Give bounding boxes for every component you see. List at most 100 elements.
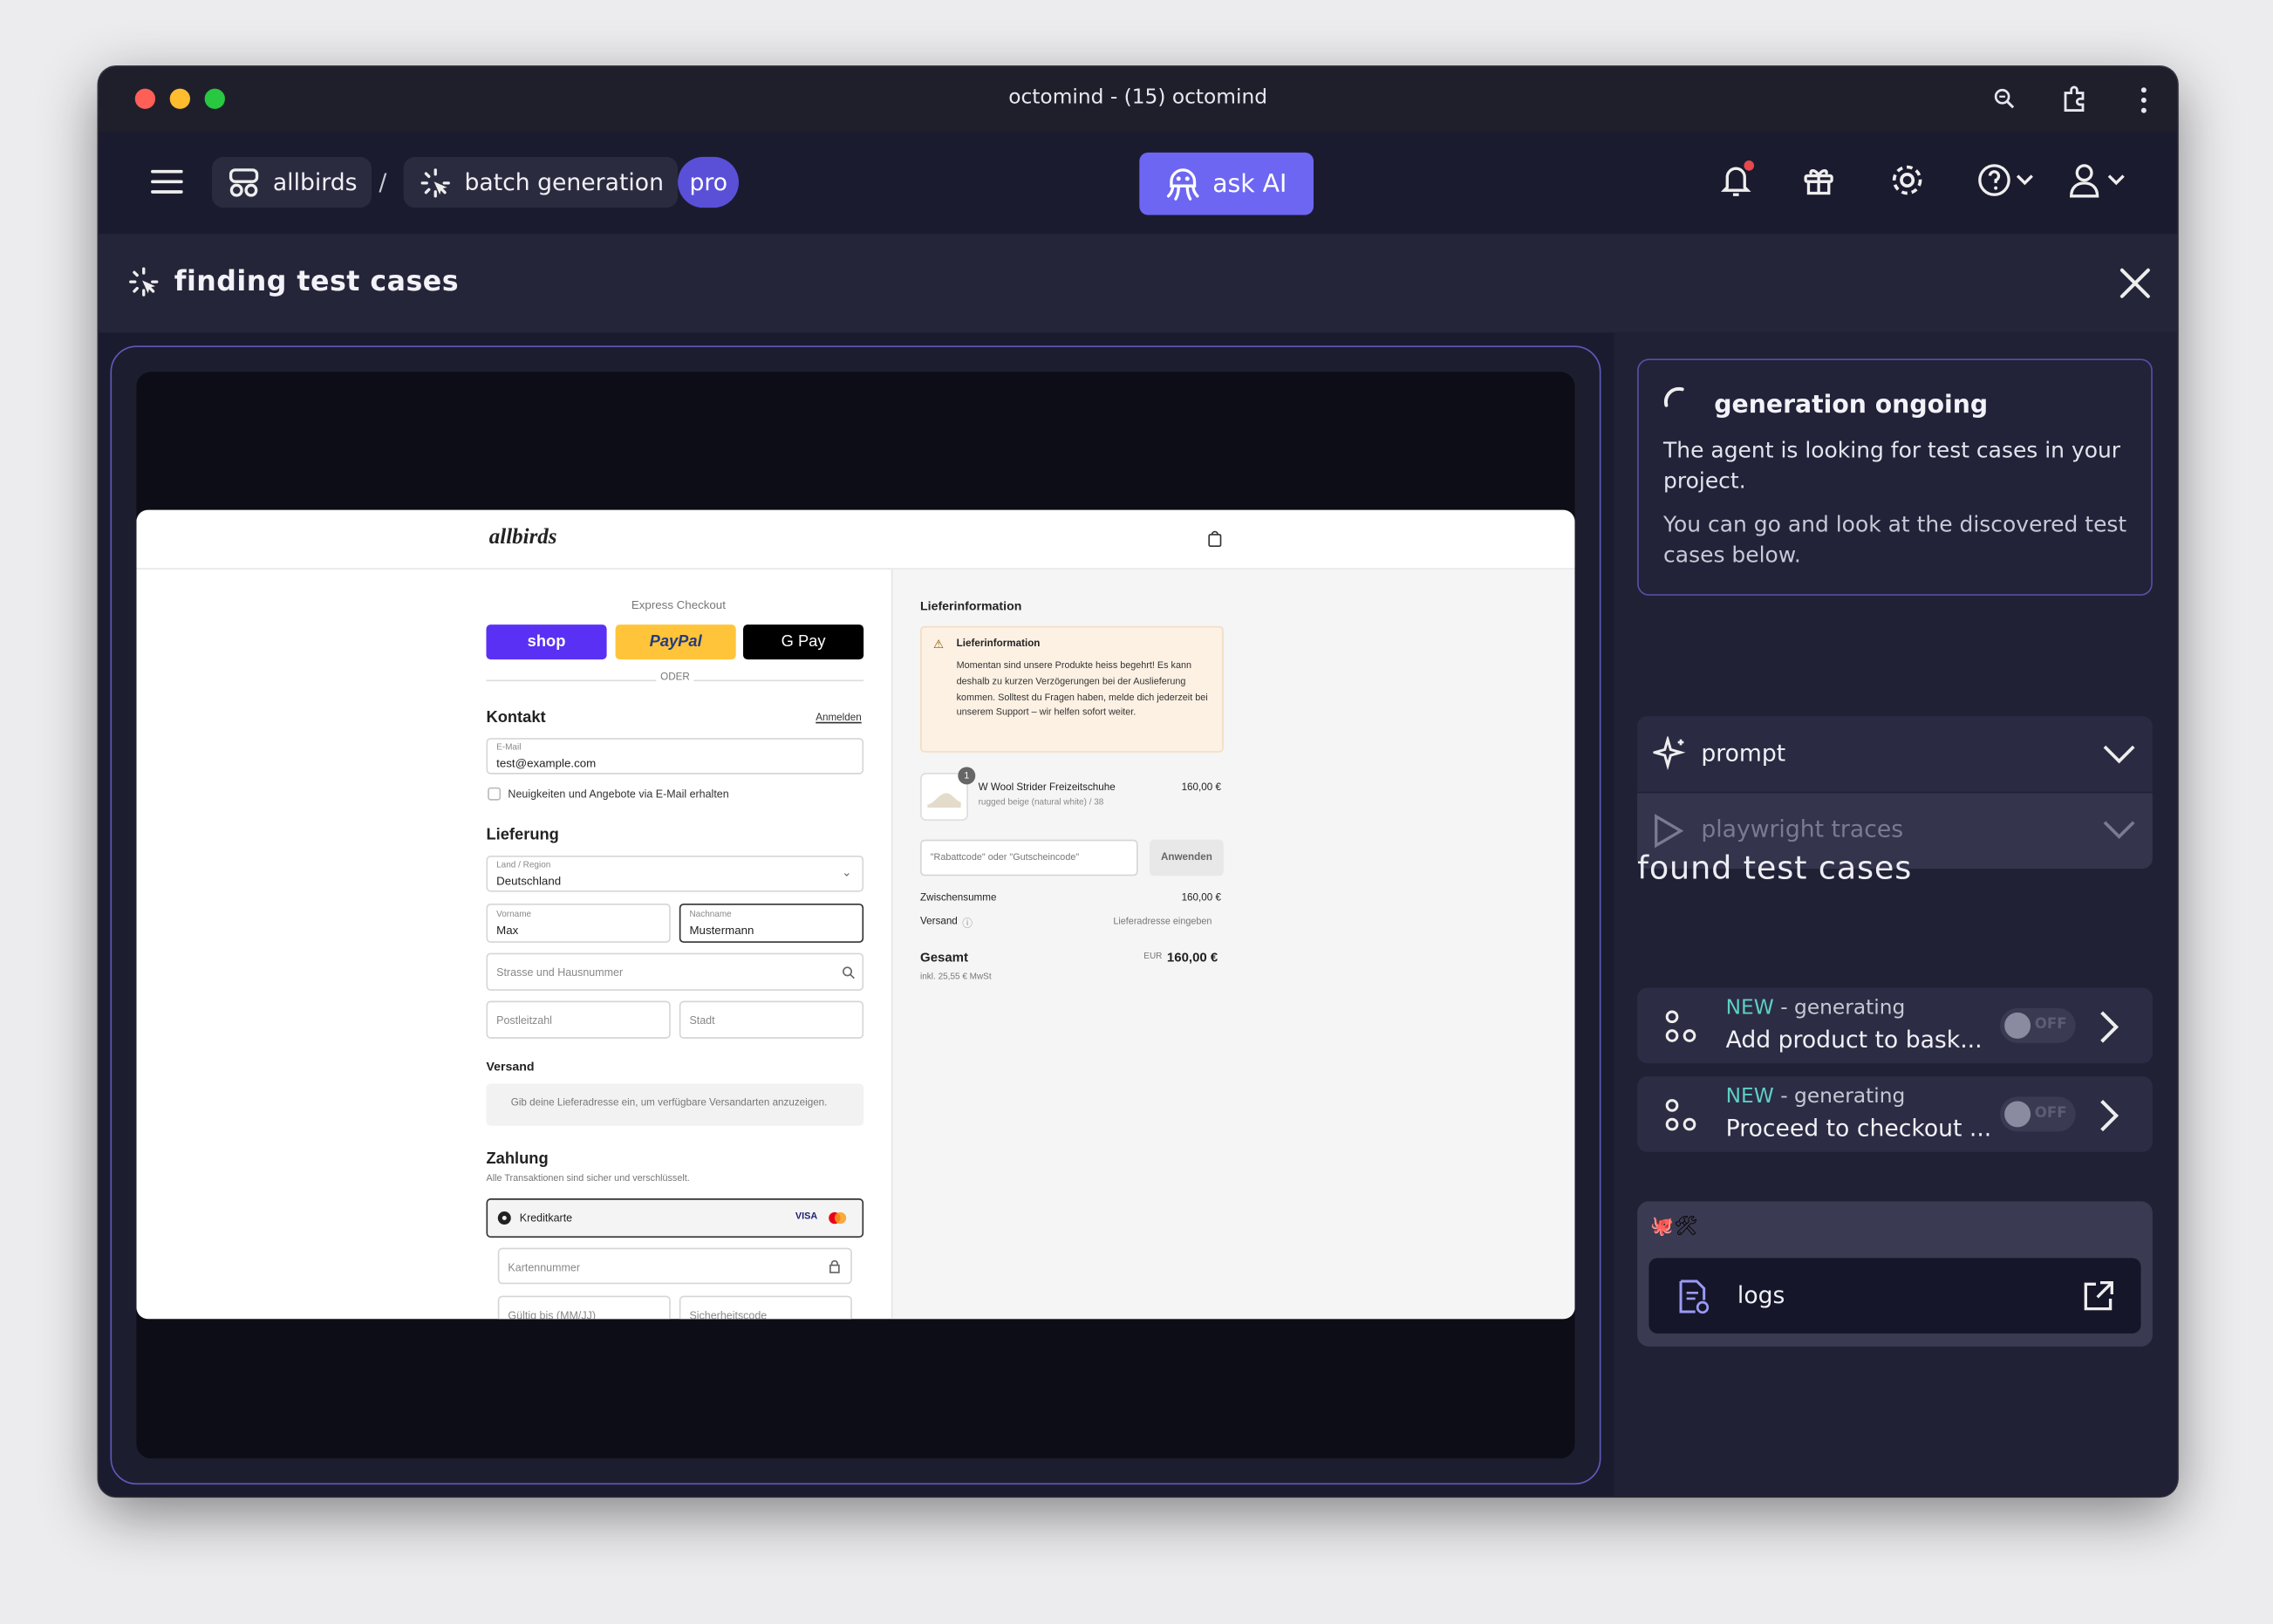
checkout-preview: allbirds Express Checkout shop PayPal G … (136, 509, 1575, 1320)
credit-card-label: Kreditkarte (519, 1211, 573, 1225)
test-case-row[interactable]: NEW - generating Add product to bask... … (1637, 987, 2153, 1064)
apply-button[interactable]: Anwenden (1149, 839, 1224, 877)
quantity-badge: 1 (958, 767, 976, 785)
delivery-notice: ⚠ Lieferinformation Momentan sind unsere… (920, 625, 1224, 753)
product-price: 160,00 € (1181, 782, 1221, 794)
settings-icon[interactable] (1888, 161, 1926, 199)
new-badge: NEW (1725, 1085, 1774, 1109)
discount-field[interactable]: "Rabattcode" oder "Gutscheincode" (920, 839, 1138, 877)
city-field[interactable]: Stadt (679, 1000, 864, 1039)
notice-title: Lieferinformation (956, 638, 1041, 650)
cvc-field[interactable]: Sicherheitscode (679, 1295, 852, 1320)
card-number-field[interactable]: Kartennummer (497, 1247, 852, 1285)
express-checkout: Express Checkout (631, 598, 726, 612)
first-name-field[interactable]: Vorname Max (486, 903, 671, 943)
card-number-placeholder: Kartennummer (508, 1260, 580, 1274)
test-case-toggle[interactable]: OFF (2000, 1007, 2076, 1043)
city-placeholder: Stadt (689, 1013, 715, 1027)
last-name-value: Mustermann (689, 924, 754, 938)
newsletter-checkbox[interactable] (488, 787, 502, 801)
spinner-icon (1663, 386, 1684, 407)
mastercard-icon (829, 1211, 847, 1225)
zoom-icon[interactable] (1993, 87, 2017, 111)
payment-subtitle: Alle Transaktionen sind sicher und versc… (486, 1173, 690, 1184)
shipping-heading: Versand (486, 1059, 535, 1074)
search-icon (843, 966, 855, 979)
chevron-right-icon[interactable] (2099, 1010, 2119, 1045)
preview-stage: allbirds Express Checkout shop PayPal G … (110, 345, 1601, 1485)
external-link-icon (2084, 1280, 2113, 1311)
breadcrumb-separator: / (379, 168, 387, 196)
zip-placeholder: Postleitzahl (496, 1013, 552, 1027)
menu-icon[interactable] (151, 168, 183, 194)
accordion-prompt[interactable]: prompt (1637, 716, 2153, 792)
email-label: E-Mail (496, 743, 522, 753)
brand-logo: allbirds (488, 525, 557, 549)
discount-placeholder: "Rabattcode" oder "Gutscheincode" (930, 852, 1080, 863)
email-field[interactable]: E-Mail test@example.com (486, 738, 864, 774)
page-name: batch generation (464, 168, 664, 196)
logs-button[interactable]: logs (1648, 1258, 2141, 1334)
extension-icon[interactable] (2061, 85, 2090, 113)
status-line-2: You can go and look at the discovered te… (1663, 511, 2127, 569)
more-vertical-icon[interactable] (2138, 85, 2149, 114)
notice-text: Momentan sind unsere Produkte heiss bege… (956, 660, 1208, 719)
project-name: allbirds (272, 168, 358, 196)
breadcrumb-page[interactable]: batch generation (403, 156, 679, 208)
total-label: Gesamt (920, 950, 969, 965)
contact-heading: Kontakt (486, 708, 546, 727)
ask-ai-label: ask AI (1212, 169, 1287, 199)
cvc-placeholder: Sicherheitscode (689, 1308, 768, 1320)
test-case-name: Add product to bask... (1725, 1025, 1983, 1054)
magic-cursor-icon (420, 167, 450, 197)
paypal-button[interactable]: PayPal (615, 624, 736, 660)
test-case-status: NEW - generating (1726, 1085, 1906, 1109)
lock-icon (829, 1259, 840, 1273)
or-divider: ODER (656, 672, 694, 683)
login-link[interactable]: Anmelden (816, 713, 861, 724)
logs-section: 🐙🛠 logs (1637, 1201, 2153, 1347)
email-value: test@example.com (496, 756, 597, 770)
country-select[interactable]: Land / Region Deutschland ⌄ (486, 855, 864, 892)
panel-header: finding test cases (99, 234, 2178, 333)
test-case-status: NEW - generating (1726, 997, 1906, 1020)
total-value: 160,00 € (1166, 950, 1218, 965)
test-case-toggle[interactable]: OFF (2000, 1096, 2076, 1132)
test-case-row[interactable]: NEW - generating Proceed to checkout ...… (1637, 1076, 2153, 1152)
street-field[interactable]: Strasse und Hausnummer (486, 952, 864, 991)
shop-pay-button[interactable]: shop (486, 624, 607, 660)
ask-ai-button[interactable]: ask AI (1139, 152, 1314, 215)
close-icon[interactable] (2119, 267, 2152, 299)
test-case-icon (1665, 1099, 1696, 1131)
agent-emoji: 🐙🛠 (1650, 1216, 1698, 1238)
delivery-heading: Lieferung (486, 826, 559, 844)
bag-icon[interactable] (1208, 530, 1223, 548)
toggle-off-label: OFF (2034, 1105, 2067, 1122)
payment-heading: Zahlung (486, 1150, 549, 1169)
breadcrumb-project[interactable]: allbirds (211, 156, 372, 208)
help-icon[interactable] (1977, 163, 2038, 198)
toggle-off-label: OFF (2034, 1016, 2067, 1034)
last-name-field[interactable]: Nachname Mustermann (679, 903, 864, 943)
new-badge: NEW (1725, 996, 1774, 1020)
panel-title: finding test cases (174, 265, 460, 298)
chevron-right-icon[interactable] (2099, 1098, 2119, 1133)
status-card: generation ongoing The agent is looking … (1637, 358, 2153, 596)
zip-field[interactable]: Postleitzahl (486, 1000, 671, 1039)
expiry-placeholder: Gültig bis (MM/JJ) (508, 1308, 596, 1320)
product-variant: rugged beige (natural white) / 38 (978, 799, 1104, 809)
gift-icon[interactable] (1801, 163, 1836, 198)
document-icon (1679, 1279, 1710, 1314)
subtotal-value: 160,00 € (1181, 893, 1221, 904)
window-title: octomind - (15) octomind (1008, 85, 1268, 109)
google-pay-button[interactable]: G Pay (743, 624, 864, 660)
credit-card-option[interactable]: Kreditkarte VISA (486, 1198, 864, 1238)
country-label: Land / Region (496, 861, 551, 870)
subtotal-label: Zwischensumme (920, 893, 997, 904)
expiry-field[interactable]: Gültig bis (MM/JJ) (497, 1295, 671, 1320)
user-icon[interactable] (2067, 161, 2131, 199)
bell-icon[interactable] (1717, 160, 1755, 201)
plan-badge: pro (678, 156, 740, 208)
info-icon: ⓘ (962, 919, 973, 930)
chevron-down-icon (2103, 821, 2135, 839)
